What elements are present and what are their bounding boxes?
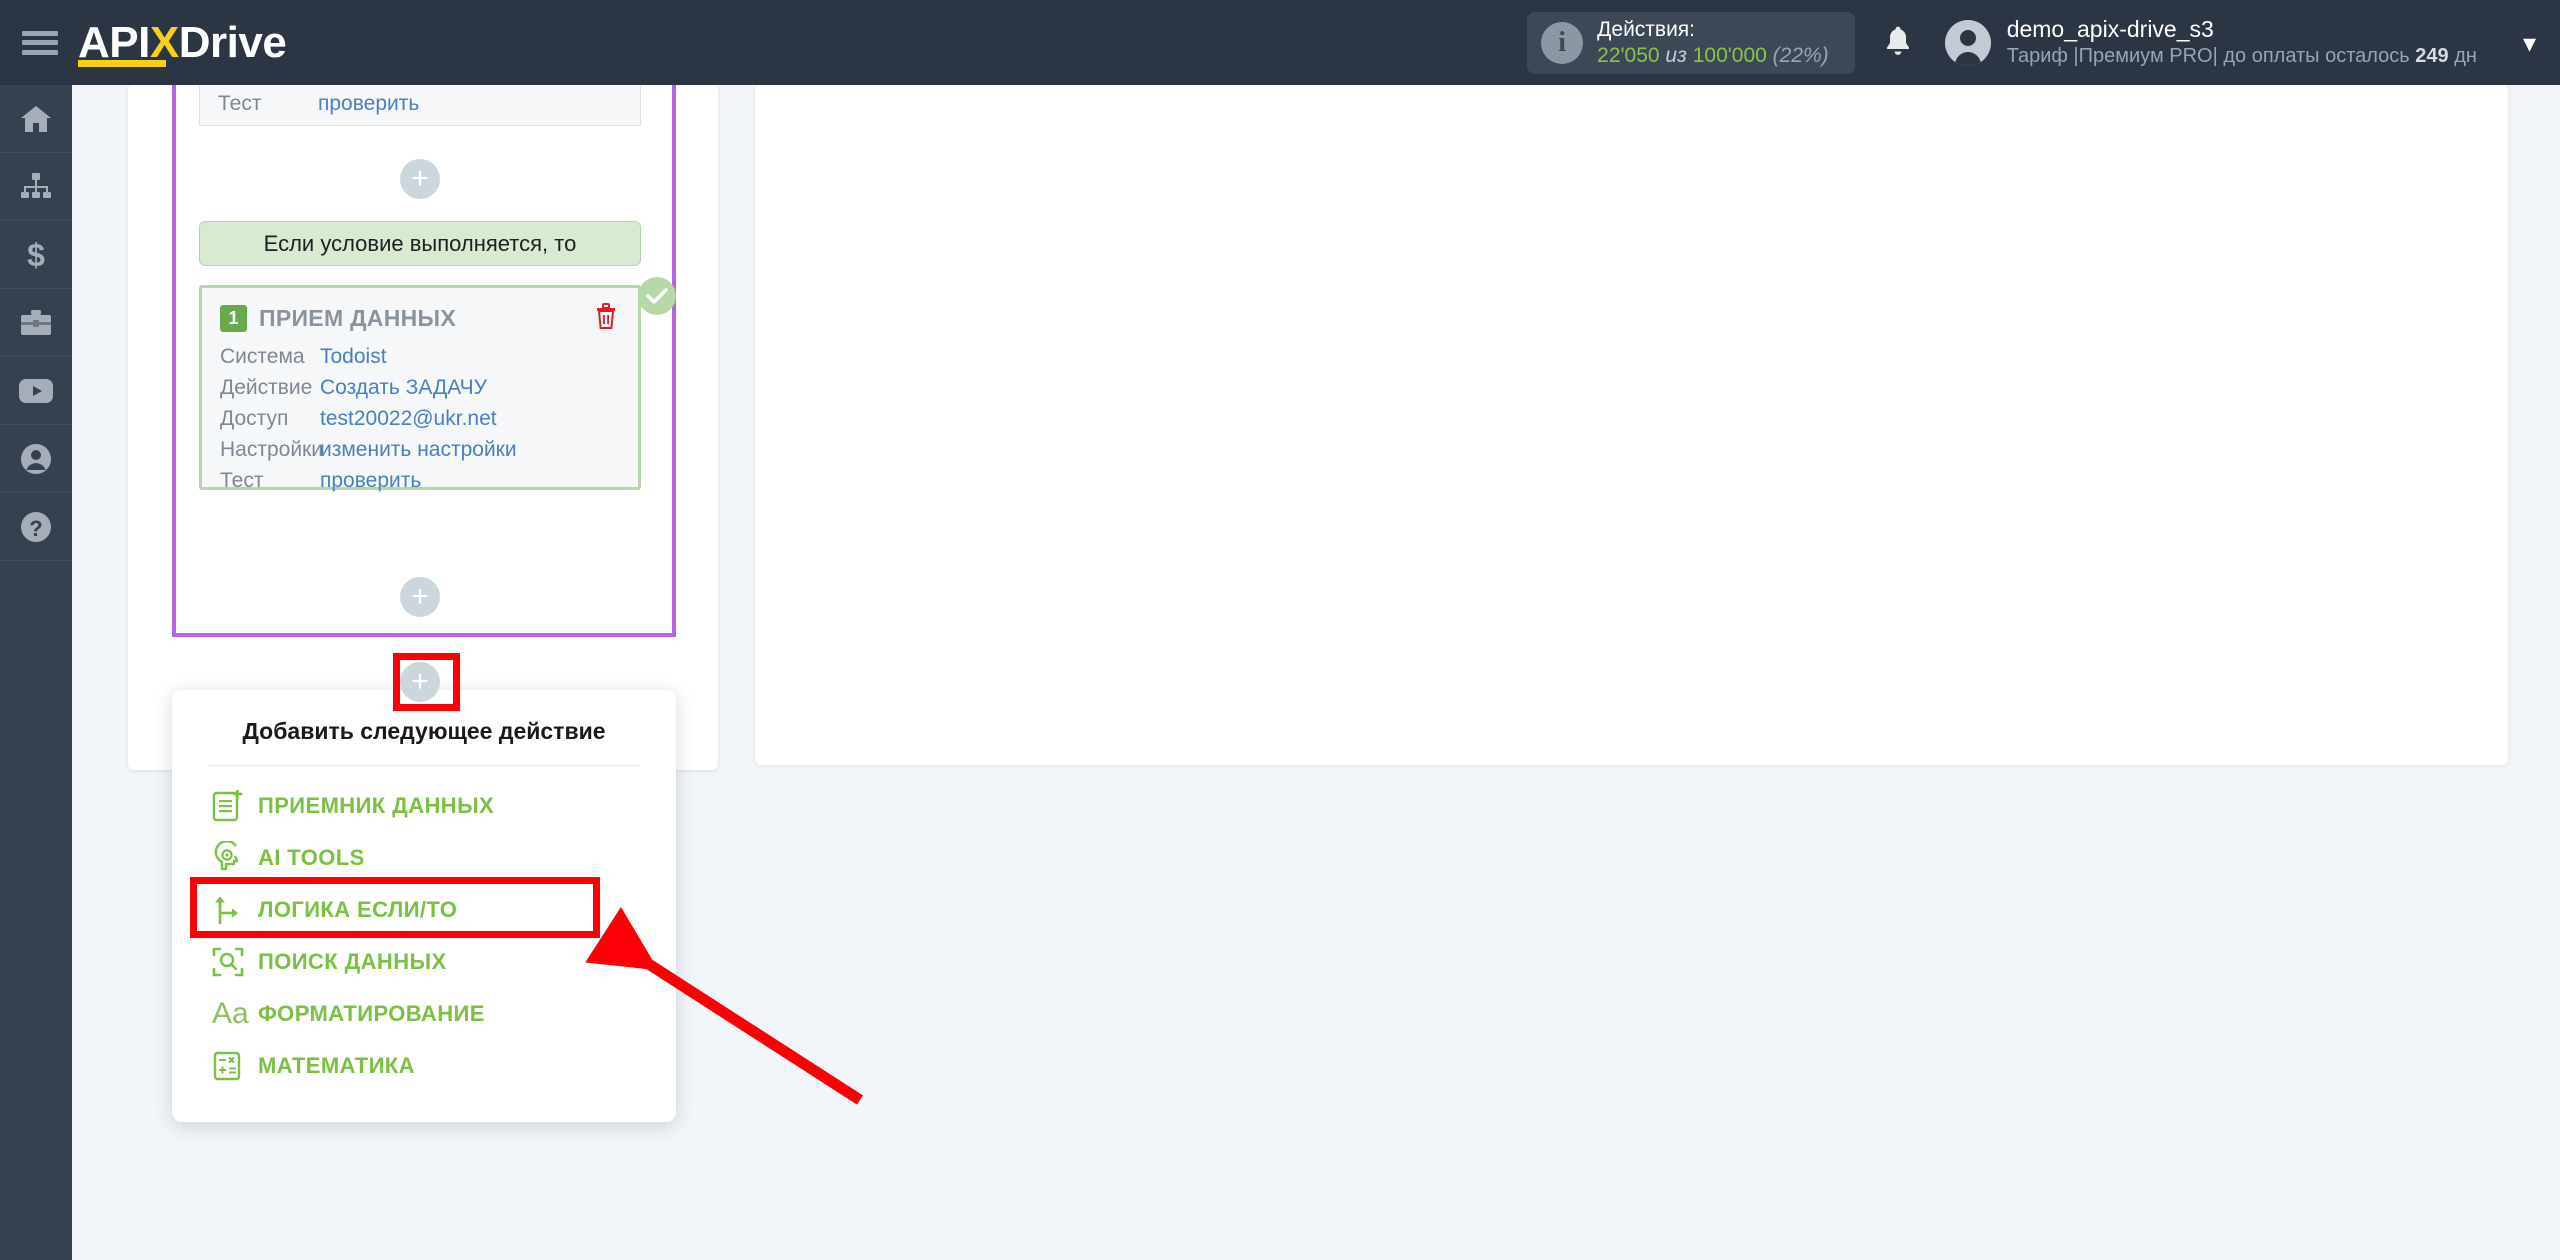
- add-next-action-button[interactable]: +: [400, 662, 440, 702]
- previous-step-card: Тест проверить: [199, 86, 641, 126]
- apix-drive-logo[interactable]: APIXDrive: [78, 13, 287, 73]
- actions-percent: (22%): [1772, 43, 1829, 67]
- briefcase-icon: [19, 309, 53, 337]
- billing-icon: $: [23, 239, 49, 271]
- menu-item-label: МАТЕМАТИКА: [258, 1053, 415, 1078]
- header-right-group: i Действия: 22'050 из 100'000 (22%) demo…: [1527, 0, 2560, 85]
- menu-item-data-receiver[interactable]: ПРИЕМНИК ДАННЫХ: [172, 780, 676, 832]
- add-step-button-mid[interactable]: +: [400, 159, 440, 199]
- menu-item-formatting[interactable]: Aa ФОРМАТИРОВАНИЕ: [172, 988, 676, 1040]
- sidebar-item-partners[interactable]: [0, 289, 72, 357]
- youtube-icon: [18, 378, 54, 404]
- actions-used: 22'050: [1597, 43, 1660, 67]
- help-icon: ?: [20, 511, 52, 543]
- row-value[interactable]: Todoist: [320, 345, 387, 369]
- row-label: Система: [220, 345, 305, 368]
- sidebar-item-billing[interactable]: $: [0, 221, 72, 289]
- card-row: Тест проверить: [218, 86, 640, 122]
- row-value[interactable]: проверить: [318, 92, 419, 116]
- menu-item-label: AI TOOLS: [258, 845, 365, 870]
- card-title: ПРИЕМ ДАННЫХ: [259, 305, 456, 331]
- home-icon: [19, 104, 53, 134]
- actions-counter[interactable]: i Действия: 22'050 из 100'000 (22%): [1527, 11, 1855, 74]
- logo-underline: [78, 59, 166, 67]
- search-scan-icon: [212, 945, 258, 979]
- trash-icon[interactable]: [594, 302, 618, 335]
- card-body: Система Todoist Действие Создать ЗАДАЧУ …: [202, 341, 638, 500]
- document-add-icon: [212, 789, 258, 823]
- actions-title: Действия:: [1597, 17, 1696, 41]
- plus-icon: +: [400, 662, 440, 702]
- row-label: Доступ: [220, 407, 289, 430]
- table-row: Система Todoist: [220, 345, 638, 376]
- row-label: Настройки: [220, 438, 323, 461]
- menu-item-search-data[interactable]: ПОИСК ДАННЫХ: [172, 936, 676, 988]
- svg-text:$: $: [27, 239, 45, 271]
- plus-icon: +: [400, 159, 440, 199]
- top-header-bar: APIXDrive i Действия: 22'050 из 100'000 …: [0, 0, 2560, 85]
- data-receiver-card: 1 ПРИЕМ ДАННЫХ Система Todoist Действие …: [199, 285, 641, 492]
- avatar[interactable]: [1944, 19, 1991, 66]
- table-row: Действие Создать ЗАДАЧУ: [220, 376, 638, 407]
- info-icon: i: [1541, 21, 1584, 64]
- sidebar-item-connections[interactable]: [0, 153, 72, 221]
- bell-icon[interactable]: [1881, 23, 1915, 63]
- row-label: Тест: [218, 92, 262, 115]
- plus-icon: +: [400, 577, 440, 617]
- hamburger-icon[interactable]: [20, 28, 60, 58]
- menu-item-label: ПРИЕМНИК ДАННЫХ: [258, 793, 495, 818]
- sidebar-item-help[interactable]: ?: [0, 493, 72, 561]
- user-plan: Тариф |Премиум PRO| до оплаты осталось 2…: [2007, 43, 2477, 70]
- step-number-badge: 1: [220, 305, 247, 332]
- sidebar-item-account[interactable]: [0, 425, 72, 493]
- actions-of: из: [1665, 43, 1687, 67]
- calculator-icon: [212, 1049, 258, 1083]
- row-value[interactable]: проверить: [320, 469, 421, 493]
- check-circle-icon: [638, 277, 676, 315]
- svg-text:?: ?: [29, 516, 42, 541]
- text-format-icon: Aa: [212, 997, 249, 1030]
- table-row: Доступ test20022@ukr.net: [220, 407, 638, 438]
- connections-icon: [19, 172, 53, 202]
- row-value[interactable]: test20022@ukr.net: [320, 407, 497, 431]
- table-row: Настройки изменить настройки: [220, 438, 638, 469]
- actions-total: 100'000: [1692, 43, 1767, 67]
- row-label: Тест: [220, 469, 264, 492]
- table-row: Тест проверить: [220, 469, 638, 500]
- menu-item-label: ФОРМАТИРОВАНИЕ: [258, 1001, 485, 1026]
- detail-right-panel: [755, 85, 2508, 765]
- row-value[interactable]: Создать ЗАДАЧУ: [320, 376, 487, 400]
- add-action-dropdown: Добавить следующее действие ПРИЕМНИК ДАН…: [172, 690, 676, 1122]
- dropdown-menu-list: ПРИЕМНИК ДАННЫХ AI TOOLS ЛОГИКА ЕСЛИ/ТО …: [172, 766, 676, 1092]
- chevron-down-icon[interactable]: ▾: [2523, 30, 2536, 56]
- account-icon: [20, 443, 52, 475]
- menu-item-label: ЛОГИКА ЕСЛИ/ТО: [258, 897, 458, 922]
- row-label: Действие: [220, 376, 313, 399]
- user-plan-days: 249: [2415, 45, 2449, 67]
- menu-item-math[interactable]: МАТЕМАТИКА: [172, 1040, 676, 1092]
- ai-brain-icon: [212, 841, 258, 875]
- condition-bar-label: Если условие выполняется, то: [263, 230, 577, 256]
- actions-usage: 22'050 из 100'000 (22%): [1597, 43, 1829, 69]
- user-info[interactable]: demo_apix-drive_s3 Тариф |Премиум PRO| д…: [2007, 15, 2477, 70]
- menu-item-logic-if-then[interactable]: ЛОГИКА ЕСЛИ/ТО: [172, 884, 676, 936]
- dropdown-title: Добавить следующее действие: [242, 718, 606, 744]
- sidebar-item-video[interactable]: [0, 357, 72, 425]
- user-name: demo_apix-drive_s3: [2006, 16, 2214, 42]
- left-sidebar: $ ?: [0, 85, 72, 1260]
- menu-item-label: ПОИСК ДАННЫХ: [258, 949, 447, 974]
- condition-bar: Если условие выполняется, то: [199, 221, 641, 266]
- card-header: 1 ПРИЕМ ДАННЫХ: [202, 288, 638, 341]
- sidebar-item-home[interactable]: [0, 85, 72, 153]
- branch-logic-icon: [212, 893, 258, 927]
- user-plan-text: Тариф |Премиум PRO| до оплаты осталось: [2006, 45, 2410, 67]
- user-plan-unit: дн: [2454, 45, 2477, 67]
- add-step-button-low[interactable]: +: [400, 577, 440, 617]
- menu-item-ai-tools[interactable]: AI TOOLS: [172, 832, 676, 884]
- row-value[interactable]: изменить настройки: [320, 438, 517, 462]
- logo-text-drive: Drive: [178, 17, 287, 67]
